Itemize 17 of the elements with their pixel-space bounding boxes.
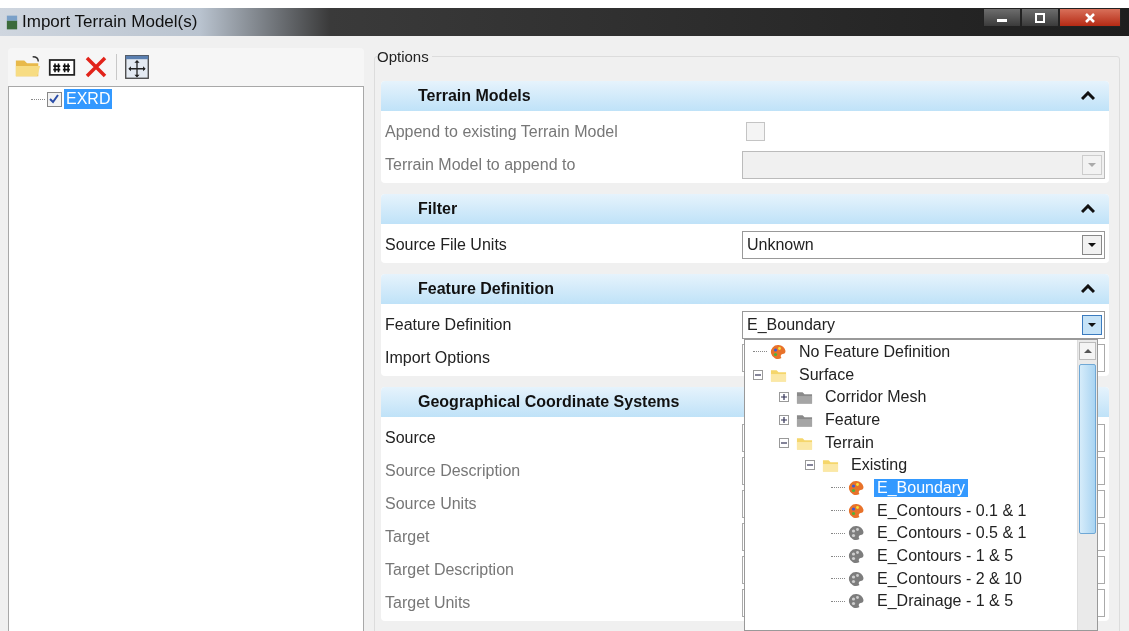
field-label: Target [385, 527, 431, 546]
section-title: Feature Definition [418, 280, 554, 298]
field-label: Append to existing Terrain Model [385, 122, 619, 141]
field-label: Target Units [385, 593, 472, 612]
field-label: Source Units [385, 494, 478, 513]
field-label: Import Options [385, 348, 491, 367]
field-label: Source Description [385, 461, 522, 480]
section-title: Terrain Models [418, 87, 531, 105]
field-label: Source [385, 428, 437, 447]
field-label: Source File Units [385, 235, 508, 254]
field-label: Terrain Model to append to [385, 155, 577, 174]
section-title: Filter [418, 200, 458, 218]
field-label: Target Description [385, 560, 515, 579]
field-label: Feature Definition [385, 315, 513, 334]
group-title: Options [377, 48, 432, 65]
section-title: Geographical Coordinate Systems [418, 393, 680, 411]
window-title: Import Terrain Model(s) [22, 12, 198, 32]
